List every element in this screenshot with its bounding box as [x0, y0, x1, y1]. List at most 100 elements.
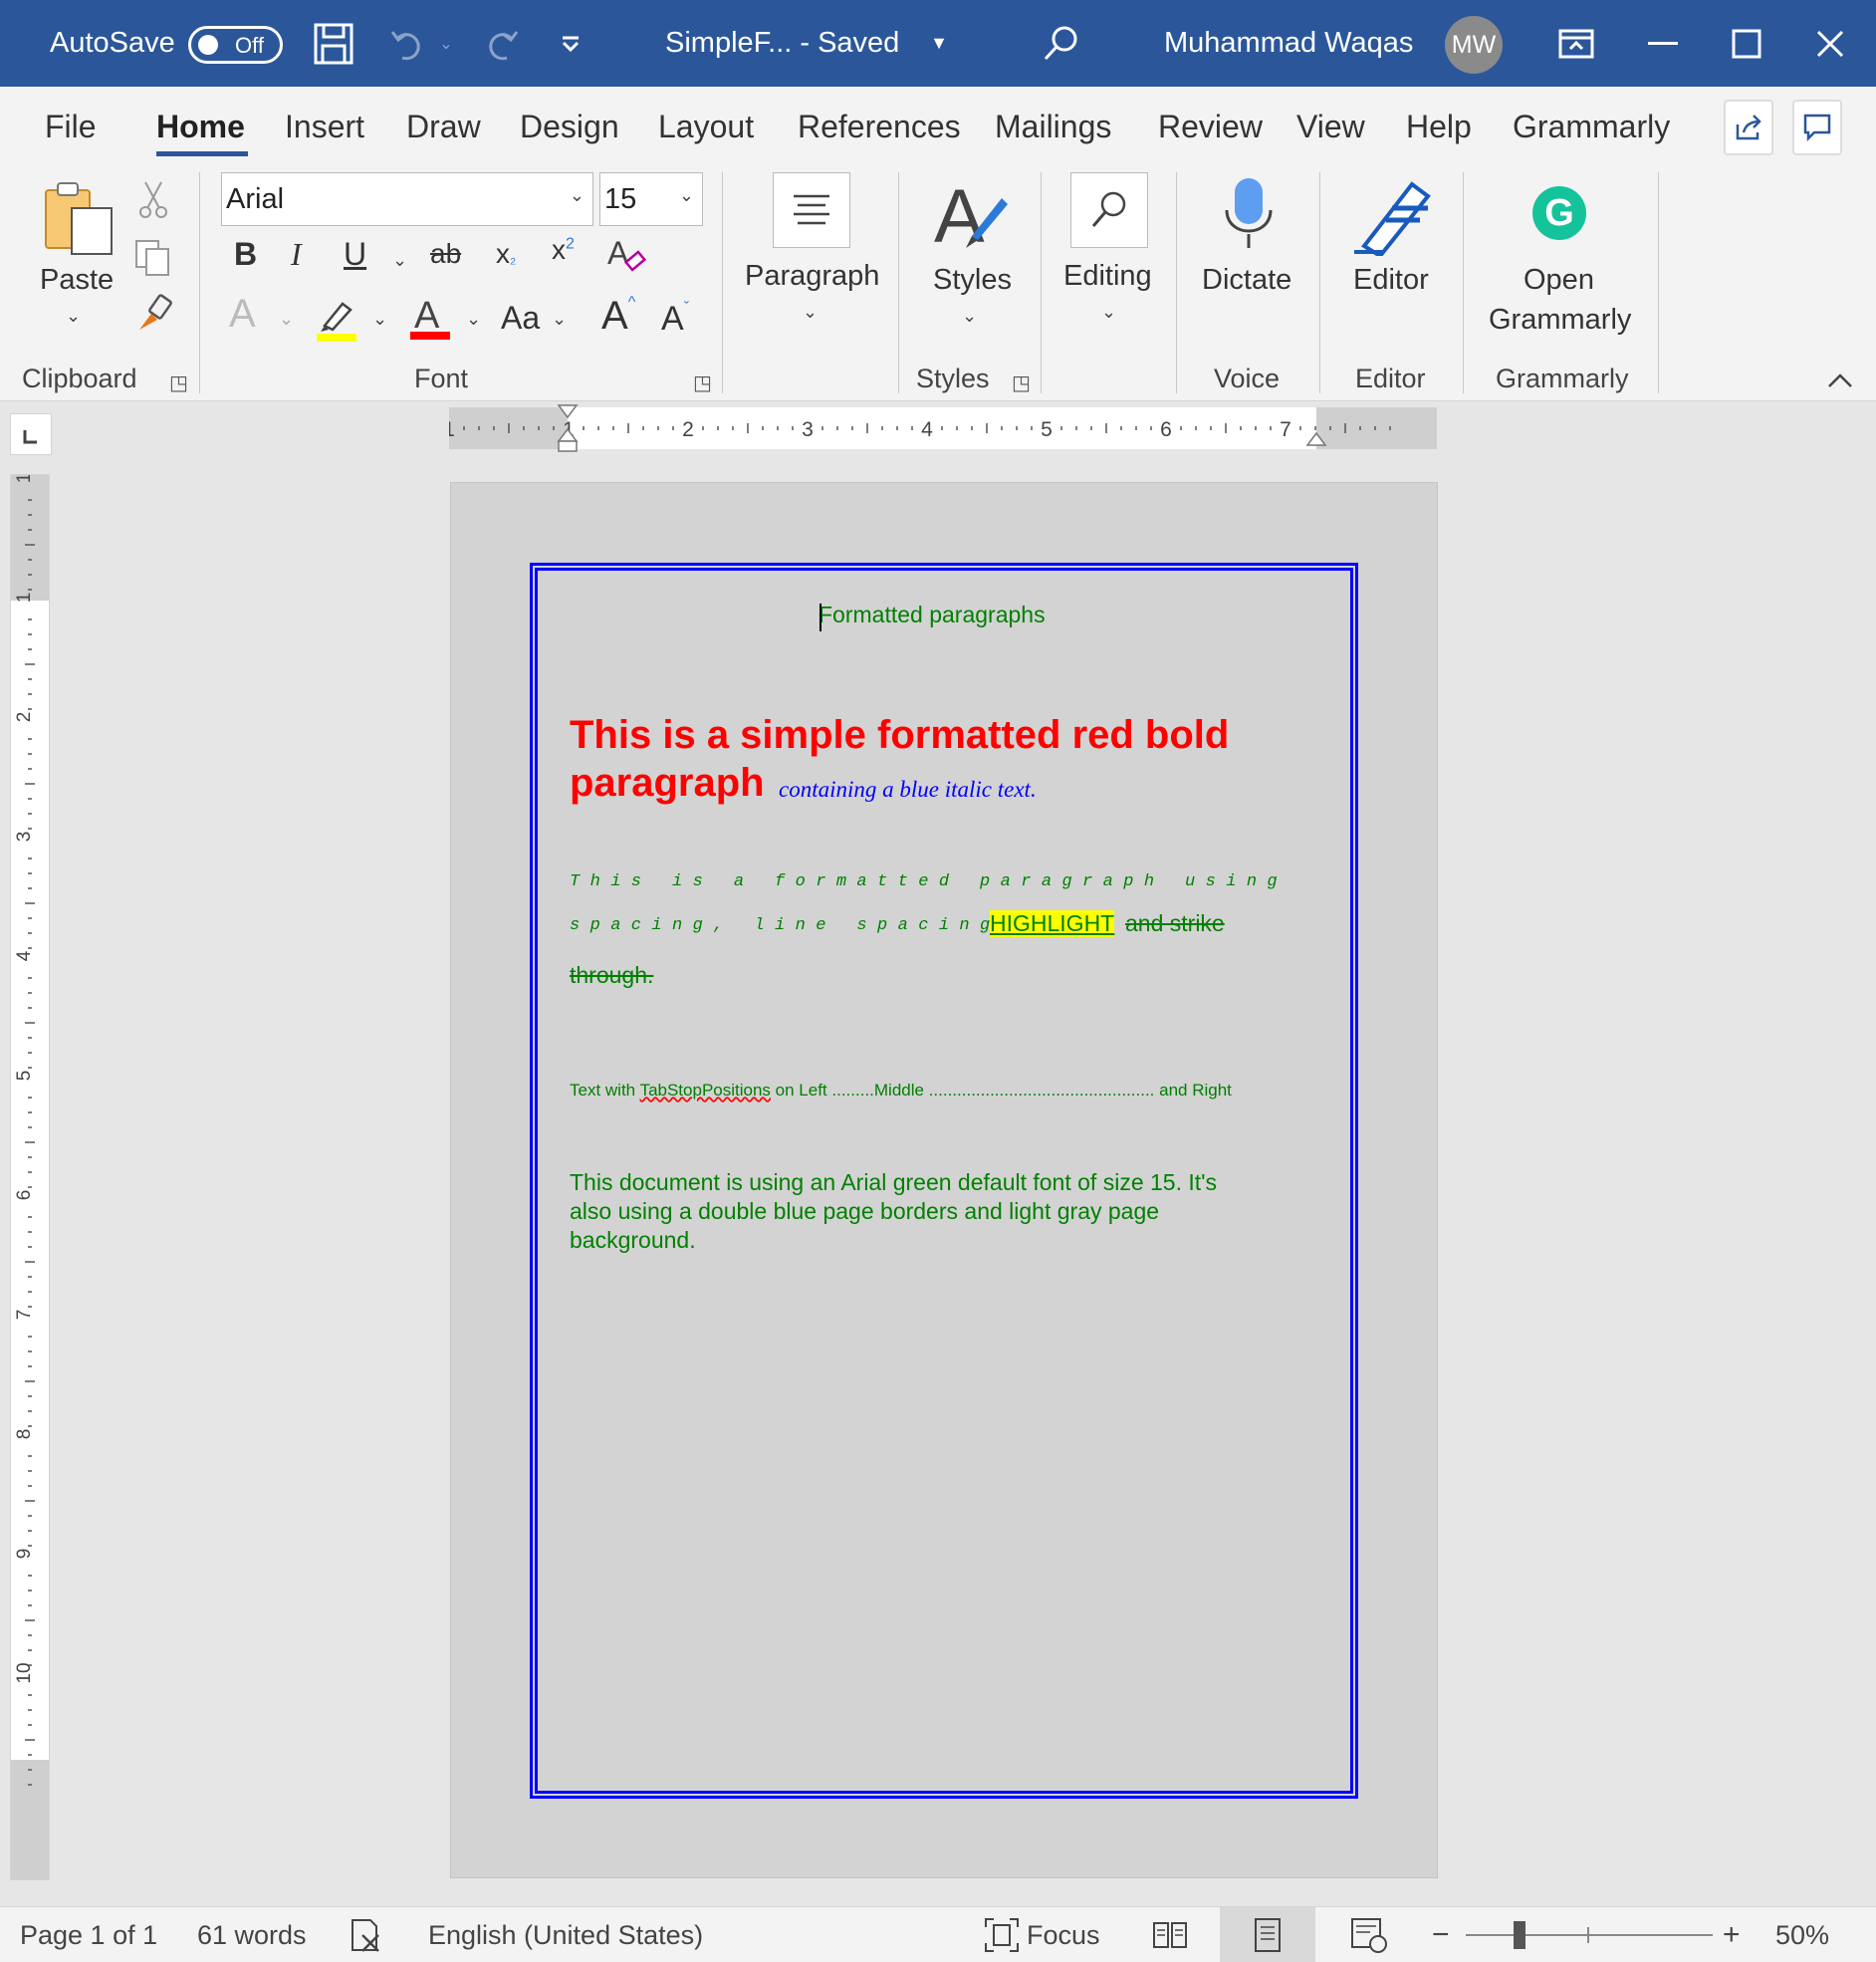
editing-icon[interactable] — [1070, 172, 1148, 248]
superscript-icon[interactable]: x2 — [552, 234, 575, 266]
italic-icon[interactable]: I — [291, 236, 302, 273]
clipboard-launcher-icon[interactable]: ◳ — [169, 370, 188, 395]
tab-design[interactable]: Design — [520, 109, 619, 145]
word-count[interactable]: 61 words — [197, 1907, 307, 1962]
grammarly-name-label[interactable]: Grammarly — [1489, 304, 1631, 337]
undo-icon[interactable] — [383, 0, 433, 87]
change-case-icon[interactable]: Aa — [501, 300, 540, 337]
zoom-out-icon[interactable]: − — [1432, 1907, 1450, 1962]
red-bold-line-2[interactable]: paragraph — [570, 761, 765, 806]
body-line-1[interactable]: This document is using an Arial green de… — [570, 1169, 1217, 1196]
first-line-indent-marker[interactable] — [557, 403, 579, 460]
share-button[interactable] — [1724, 100, 1773, 155]
dictate-label[interactable]: Dictate — [1202, 264, 1291, 297]
change-case-dropdown-icon[interactable]: ⌄ — [552, 309, 567, 330]
cut-icon[interactable] — [137, 180, 169, 225]
tab-view[interactable]: View — [1296, 109, 1365, 145]
read-mode-icon[interactable] — [1152, 1907, 1188, 1962]
grammarly-icon[interactable]: G — [1532, 186, 1586, 240]
tab-draw[interactable]: Draw — [406, 109, 481, 145]
styles-launcher-icon[interactable]: ◳ — [1012, 370, 1031, 395]
title-dropdown-icon[interactable]: ▼ — [924, 0, 954, 87]
tab-references[interactable]: References — [798, 109, 961, 145]
editing-dropdown-icon[interactable]: ⌄ — [1101, 302, 1116, 323]
text-effects-dropdown-icon[interactable]: ⌄ — [279, 309, 294, 330]
font-color-icon[interactable]: A — [408, 294, 452, 347]
maximize-icon[interactable] — [1722, 0, 1771, 87]
clear-formatting-icon[interactable]: A — [605, 234, 649, 283]
dictate-icon[interactable] — [1221, 176, 1277, 261]
avatar[interactable]: MW — [1445, 16, 1503, 74]
save-icon[interactable] — [309, 0, 358, 87]
font-size-combo[interactable]: 15 ⌄ — [599, 172, 703, 226]
font-color-dropdown-icon[interactable]: ⌄ — [466, 309, 481, 330]
web-layout-icon[interactable] — [1350, 1907, 1388, 1962]
vertical-ruler[interactable]: 1 1 2 3 4 5 6 7 8 9 10 — [10, 474, 50, 1880]
highlight-dropdown-icon[interactable]: ⌄ — [372, 309, 387, 330]
zoom-slider-thumb[interactable] — [1514, 1921, 1526, 1949]
font-launcher-icon[interactable]: ◳ — [693, 370, 712, 395]
tab-help[interactable]: Help — [1406, 109, 1472, 145]
tab-grammarly[interactable]: Grammarly — [1513, 109, 1670, 145]
underline-dropdown-icon[interactable]: ⌄ — [392, 250, 407, 271]
right-indent-marker[interactable] — [1305, 429, 1327, 454]
styles-icon[interactable]: A — [932, 174, 1012, 261]
horizontal-ruler[interactable]: 11234567 — [449, 404, 1437, 452]
font-size-dropdown-icon[interactable]: ⌄ — [679, 185, 694, 206]
subscript-icon[interactable]: x₂ — [496, 238, 516, 270]
paste-label[interactable]: Paste — [40, 264, 114, 297]
strike-text-1[interactable]: and strike — [1125, 910, 1225, 937]
paste-icon[interactable] — [42, 178, 119, 263]
document-title[interactable]: SimpleF... - Saved — [665, 0, 899, 87]
editor-label[interactable]: Editor — [1353, 264, 1429, 297]
blue-italic-text[interactable]: containing a blue italic text. — [779, 777, 1037, 803]
bold-icon[interactable]: B — [234, 236, 257, 273]
shrink-font-icon[interactable]: Aˇ — [661, 300, 689, 339]
tab-selector[interactable] — [10, 413, 52, 455]
tab-home[interactable]: Home — [156, 109, 245, 145]
focus-label[interactable]: Focus — [1027, 1907, 1100, 1962]
zoom-level[interactable]: 50% — [1775, 1907, 1829, 1962]
strike-text-2[interactable]: through. — [570, 962, 653, 989]
proofing-icon[interactable] — [349, 1907, 386, 1962]
collapse-ribbon-icon[interactable] — [1826, 371, 1854, 394]
underline-icon[interactable]: U — [344, 236, 366, 273]
tab-stop-line[interactable]: Text with TabStopPositions on Left .....… — [570, 1081, 1232, 1101]
highlight-text[interactable]: HIGHLIGHT — [990, 910, 1115, 937]
body-line-3[interactable]: background. — [570, 1227, 696, 1254]
user-name[interactable]: Muhammad Waqas — [1164, 0, 1413, 87]
paste-dropdown-icon[interactable]: ⌄ — [66, 306, 81, 327]
editor-icon[interactable] — [1352, 176, 1436, 261]
spaced-paragraph-line-1[interactable]: This is a formatted paragraph using — [570, 872, 1288, 891]
paragraph-dropdown-icon[interactable]: ⌄ — [803, 302, 818, 323]
print-layout-icon[interactable] — [1220, 1907, 1315, 1962]
tab-insert[interactable]: Insert — [285, 109, 364, 145]
highlight-color-icon[interactable] — [315, 296, 360, 347]
styles-dropdown-icon[interactable]: ⌄ — [962, 306, 977, 327]
format-painter-icon[interactable] — [133, 294, 173, 339]
tab-layout[interactable]: Layout — [658, 109, 754, 145]
page-count[interactable]: Page 1 of 1 — [20, 1907, 157, 1962]
ribbon-display-icon[interactable] — [1551, 0, 1601, 87]
doc-header-text[interactable]: Formatted paragraphs — [819, 602, 1046, 628]
copy-icon[interactable] — [133, 238, 173, 283]
close-icon[interactable] — [1805, 0, 1855, 87]
paragraph-label[interactable]: Paragraph — [745, 260, 879, 293]
customize-icon[interactable] — [553, 0, 588, 87]
minimize-icon[interactable] — [1638, 0, 1688, 87]
zoom-slider[interactable] — [1466, 1934, 1713, 1936]
redo-icon[interactable] — [476, 0, 526, 87]
focus-icon[interactable] — [984, 1907, 1020, 1962]
spaced-paragraph-line-2[interactable]: spacing, line spacing, — [570, 916, 1021, 935]
grow-font-icon[interactable]: A^ — [601, 294, 635, 339]
autosave-toggle[interactable]: Off — [188, 26, 283, 64]
tab-mailings[interactable]: Mailings — [995, 109, 1111, 145]
styles-label[interactable]: Styles — [933, 264, 1012, 297]
strikethrough-icon[interactable]: ab — [430, 238, 461, 270]
body-line-2[interactable]: also using a double blue page borders an… — [570, 1198, 1159, 1225]
tab-review[interactable]: Review — [1158, 109, 1263, 145]
language[interactable]: English (United States) — [428, 1907, 703, 1962]
text-effects-icon[interactable]: A — [229, 292, 256, 337]
editing-label[interactable]: Editing — [1063, 260, 1152, 293]
tab-file[interactable]: File — [45, 109, 97, 145]
